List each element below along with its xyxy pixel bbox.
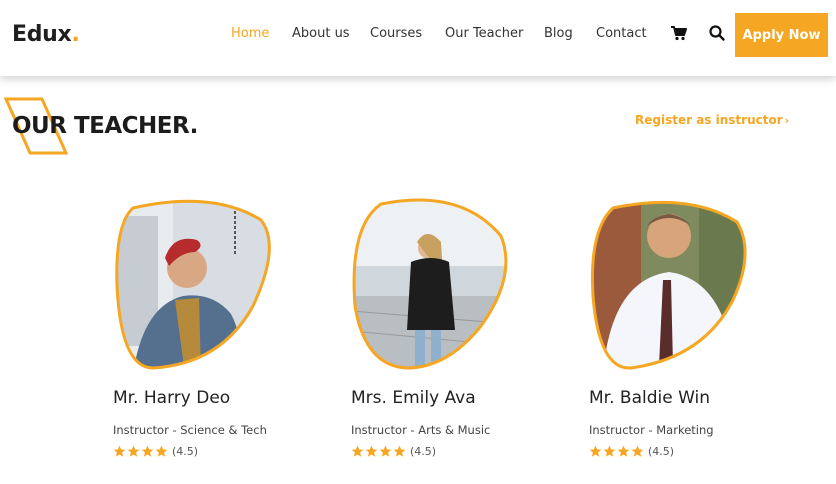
- section-title: OUR TEACHER.: [12, 113, 198, 139]
- teacher-name[interactable]: Mr. Harry Deo: [113, 388, 230, 408]
- star-icon: [155, 445, 168, 457]
- star-icon: [351, 445, 364, 457]
- star-icon: [141, 445, 154, 457]
- star-icon: [617, 445, 630, 457]
- teacher-card[interactable]: Mrs. Emily Ava Instructor - Arts & Music…: [351, 196, 551, 476]
- star-icon: [127, 445, 140, 457]
- star-icon: [379, 445, 392, 457]
- rating-value: (4.5): [172, 444, 199, 458]
- teacher-photo[interactable]: [113, 196, 275, 374]
- teacher-photo[interactable]: [351, 196, 513, 374]
- teacher-photo[interactable]: [589, 196, 751, 374]
- teacher-rating: (4.5): [351, 444, 436, 458]
- star-icon: [603, 445, 616, 457]
- nav-item-blog[interactable]: Blog: [544, 26, 573, 41]
- apply-now-button[interactable]: Apply Now: [735, 13, 828, 57]
- teacher-card[interactable]: Mr. Baldie Win Instructor - Marketing (4…: [589, 196, 789, 476]
- teacher-name[interactable]: Mrs. Emily Ava: [351, 388, 476, 408]
- teacher-name[interactable]: Mr. Baldie Win: [589, 388, 710, 408]
- register-link-label: Register as instructor: [635, 113, 783, 127]
- teacher-role: Instructor - Science & Tech: [113, 423, 267, 437]
- rating-value: (4.5): [410, 444, 437, 458]
- nav-item-home[interactable]: Home: [231, 26, 269, 41]
- nav-item-courses[interactable]: Courses: [370, 26, 422, 41]
- teacher-rating: (4.5): [589, 444, 674, 458]
- site-logo[interactable]: Edux.: [12, 22, 80, 47]
- site-header: Edux. Home About us Courses Our Teacher …: [0, 0, 836, 76]
- nav-item-contact[interactable]: Contact: [596, 26, 647, 41]
- search-icon[interactable]: [708, 24, 726, 42]
- teacher-role: Instructor - Arts & Music: [351, 423, 491, 437]
- chevron-right-icon: ›: [784, 114, 790, 127]
- teacher-role: Instructor - Marketing: [589, 423, 714, 437]
- star-icon: [393, 445, 406, 457]
- register-instructor-link[interactable]: Register as instructor ›: [635, 113, 789, 127]
- rating-value: (4.5): [648, 444, 675, 458]
- star-icon: [631, 445, 644, 457]
- section-heading: OUR TEACHER.: [4, 97, 224, 157]
- nav-item-about[interactable]: About us: [292, 26, 350, 41]
- star-icon: [365, 445, 378, 457]
- logo-dot: .: [71, 22, 80, 47]
- teacher-card[interactable]: Mr. Harry Deo Instructor - Science & Tec…: [113, 196, 313, 476]
- cart-icon[interactable]: [670, 24, 688, 42]
- teacher-rating: (4.5): [113, 444, 198, 458]
- nav-item-our-teacher[interactable]: Our Teacher: [445, 26, 523, 41]
- star-icon: [589, 445, 602, 457]
- star-icon: [113, 445, 126, 457]
- logo-text: Edux: [12, 22, 72, 47]
